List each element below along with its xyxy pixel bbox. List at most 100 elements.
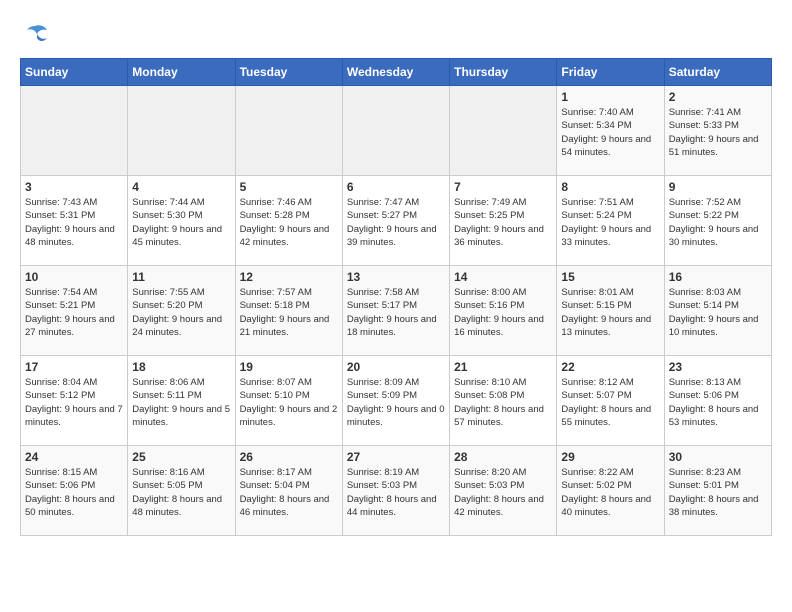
day-number: 23 <box>669 360 767 374</box>
day-number: 3 <box>25 180 123 194</box>
day-info: Sunrise: 8:10 AM Sunset: 5:08 PM Dayligh… <box>454 376 552 429</box>
day-info: Sunrise: 8:17 AM Sunset: 5:04 PM Dayligh… <box>240 466 338 519</box>
calendar-cell: 11 Sunrise: 7:55 AM Sunset: 5:20 PM Dayli… <box>128 266 235 356</box>
calendar-week-row: 3 Sunrise: 7:43 AM Sunset: 5:31 PM Daylig… <box>21 176 772 266</box>
page-header <box>20 20 772 48</box>
calendar-cell: 21 Sunrise: 8:10 AM Sunset: 5:08 PM Dayli… <box>450 356 557 446</box>
header-wednesday: Wednesday <box>342 59 449 86</box>
day-number: 30 <box>669 450 767 464</box>
day-info: Sunrise: 8:01 AM Sunset: 5:15 PM Dayligh… <box>561 286 659 339</box>
day-info: Sunrise: 8:15 AM Sunset: 5:06 PM Dayligh… <box>25 466 123 519</box>
calendar-cell: 14 Sunrise: 8:00 AM Sunset: 5:16 PM Dayli… <box>450 266 557 356</box>
logo <box>20 20 50 48</box>
calendar-cell: 12Sunrise: 7:57 AM Sunset: 5:18 PM Dayli… <box>235 266 342 356</box>
day-number: 1 <box>561 90 659 104</box>
calendar-cell: 10Sunrise: 7:54 AM Sunset: 5:21 PM Dayli… <box>21 266 128 356</box>
day-info: Sunrise: 7:55 AM Sunset: 5:20 PM Dayligh… <box>132 286 230 339</box>
day-info: Sunrise: 7:57 AM Sunset: 5:18 PM Dayligh… <box>240 286 338 339</box>
day-number: 11 <box>132 270 230 284</box>
day-number: 29 <box>561 450 659 464</box>
calendar-cell: 7Sunrise: 7:49 AM Sunset: 5:25 PM Daylig… <box>450 176 557 266</box>
day-info: Sunrise: 8:06 AM Sunset: 5:11 PM Dayligh… <box>132 376 230 429</box>
calendar-cell <box>21 86 128 176</box>
calendar-cell: 16 Sunrise: 8:03 AM Sunset: 5:14 PM Dayli… <box>664 266 771 356</box>
day-info: Sunrise: 7:51 AM Sunset: 5:24 PM Dayligh… <box>561 196 659 249</box>
calendar-cell: 22Sunrise: 8:12 AM Sunset: 5:07 PM Dayli… <box>557 356 664 446</box>
day-number: 20 <box>347 360 445 374</box>
calendar-cell: 26Sunrise: 8:17 AM Sunset: 5:04 PM Dayli… <box>235 446 342 536</box>
day-number: 14 <box>454 270 552 284</box>
header-friday: Friday <box>557 59 664 86</box>
calendar-cell <box>235 86 342 176</box>
day-info: Sunrise: 8:23 AM Sunset: 5:01 PM Dayligh… <box>669 466 767 519</box>
calendar-cell: 24 Sunrise: 8:15 AM Sunset: 5:06 PM Dayli… <box>21 446 128 536</box>
day-info: Sunrise: 8:19 AM Sunset: 5:03 PM Dayligh… <box>347 466 445 519</box>
calendar-cell: 27 Sunrise: 8:19 AM Sunset: 5:03 PM Dayli… <box>342 446 449 536</box>
calendar-table: SundayMondayTuesdayWednesdayThursdayFrid… <box>20 58 772 536</box>
day-info: Sunrise: 8:04 AM Sunset: 5:12 PM Dayligh… <box>25 376 123 429</box>
day-info: Sunrise: 8:00 AM Sunset: 5:16 PM Dayligh… <box>454 286 552 339</box>
calendar-cell: 19Sunrise: 8:07 AM Sunset: 5:10 PM Dayli… <box>235 356 342 446</box>
day-number: 2 <box>669 90 767 104</box>
day-info: Sunrise: 7:58 AM Sunset: 5:17 PM Dayligh… <box>347 286 445 339</box>
header-tuesday: Tuesday <box>235 59 342 86</box>
calendar-cell <box>450 86 557 176</box>
day-number: 27 <box>347 450 445 464</box>
day-number: 21 <box>454 360 552 374</box>
calendar-cell <box>342 86 449 176</box>
calendar-week-row: 10Sunrise: 7:54 AM Sunset: 5:21 PM Dayli… <box>21 266 772 356</box>
calendar-cell: 28 Sunrise: 8:20 AM Sunset: 5:03 PM Dayli… <box>450 446 557 536</box>
header-thursday: Thursday <box>450 59 557 86</box>
day-info: Sunrise: 7:44 AM Sunset: 5:30 PM Dayligh… <box>132 196 230 249</box>
day-info: Sunrise: 7:43 AM Sunset: 5:31 PM Dayligh… <box>25 196 123 249</box>
day-number: 22 <box>561 360 659 374</box>
calendar-cell: 20 Sunrise: 8:09 AM Sunset: 5:09 PM Dayli… <box>342 356 449 446</box>
day-info: Sunrise: 8:20 AM Sunset: 5:03 PM Dayligh… <box>454 466 552 519</box>
day-info: Sunrise: 8:16 AM Sunset: 5:05 PM Dayligh… <box>132 466 230 519</box>
day-number: 4 <box>132 180 230 194</box>
day-info: Sunrise: 8:22 AM Sunset: 5:02 PM Dayligh… <box>561 466 659 519</box>
day-number: 13 <box>347 270 445 284</box>
day-number: 25 <box>132 450 230 464</box>
day-info: Sunrise: 7:52 AM Sunset: 5:22 PM Dayligh… <box>669 196 767 249</box>
day-number: 17 <box>25 360 123 374</box>
calendar-cell: 25 Sunrise: 8:16 AM Sunset: 5:05 PM Dayli… <box>128 446 235 536</box>
calendar-cell: 17 Sunrise: 8:04 AM Sunset: 5:12 PM Dayli… <box>21 356 128 446</box>
day-number: 18 <box>132 360 230 374</box>
calendar-cell: 6Sunrise: 7:47 AM Sunset: 5:27 PM Daylig… <box>342 176 449 266</box>
calendar-cell: 3 Sunrise: 7:43 AM Sunset: 5:31 PM Daylig… <box>21 176 128 266</box>
header-monday: Monday <box>128 59 235 86</box>
header-sunday: Sunday <box>21 59 128 86</box>
calendar-cell: 9 Sunrise: 7:52 AM Sunset: 5:22 PM Daylig… <box>664 176 771 266</box>
day-info: Sunrise: 7:47 AM Sunset: 5:27 PM Dayligh… <box>347 196 445 249</box>
calendar-week-row: 17 Sunrise: 8:04 AM Sunset: 5:12 PM Dayli… <box>21 356 772 446</box>
calendar-cell: 18 Sunrise: 8:06 AM Sunset: 5:11 PM Dayli… <box>128 356 235 446</box>
calendar-cell: 8 Sunrise: 7:51 AM Sunset: 5:24 PM Daylig… <box>557 176 664 266</box>
calendar-cell: 1 Sunrise: 7:40 AM Sunset: 5:34 PM Daylig… <box>557 86 664 176</box>
day-info: Sunrise: 7:41 AM Sunset: 5:33 PM Dayligh… <box>669 106 767 159</box>
day-number: 10 <box>25 270 123 284</box>
day-number: 9 <box>669 180 767 194</box>
day-number: 28 <box>454 450 552 464</box>
day-number: 8 <box>561 180 659 194</box>
calendar-cell: 2 Sunrise: 7:41 AM Sunset: 5:33 PM Daylig… <box>664 86 771 176</box>
day-info: Sunrise: 7:49 AM Sunset: 5:25 PM Dayligh… <box>454 196 552 249</box>
calendar-cell <box>128 86 235 176</box>
day-info: Sunrise: 8:07 AM Sunset: 5:10 PM Dayligh… <box>240 376 338 429</box>
day-number: 15 <box>561 270 659 284</box>
calendar-cell: 15 Sunrise: 8:01 AM Sunset: 5:15 PM Dayli… <box>557 266 664 356</box>
header-saturday: Saturday <box>664 59 771 86</box>
day-info: Sunrise: 8:09 AM Sunset: 5:09 PM Dayligh… <box>347 376 445 429</box>
day-info: Sunrise: 8:13 AM Sunset: 5:06 PM Dayligh… <box>669 376 767 429</box>
day-info: Sunrise: 8:03 AM Sunset: 5:14 PM Dayligh… <box>669 286 767 339</box>
calendar-cell: 4 Sunrise: 7:44 AM Sunset: 5:30 PM Daylig… <box>128 176 235 266</box>
calendar-cell: 13 Sunrise: 7:58 AM Sunset: 5:17 PM Dayli… <box>342 266 449 356</box>
calendar-cell: 29 Sunrise: 8:22 AM Sunset: 5:02 PM Dayli… <box>557 446 664 536</box>
day-number: 24 <box>25 450 123 464</box>
logo-bird-icon <box>21 20 49 48</box>
day-number: 16 <box>669 270 767 284</box>
calendar-week-row: 1 Sunrise: 7:40 AM Sunset: 5:34 PM Daylig… <box>21 86 772 176</box>
day-info: Sunrise: 7:40 AM Sunset: 5:34 PM Dayligh… <box>561 106 659 159</box>
calendar-cell: 23 Sunrise: 8:13 AM Sunset: 5:06 PM Dayli… <box>664 356 771 446</box>
calendar-header-row: SundayMondayTuesdayWednesdayThursdayFrid… <box>21 59 772 86</box>
